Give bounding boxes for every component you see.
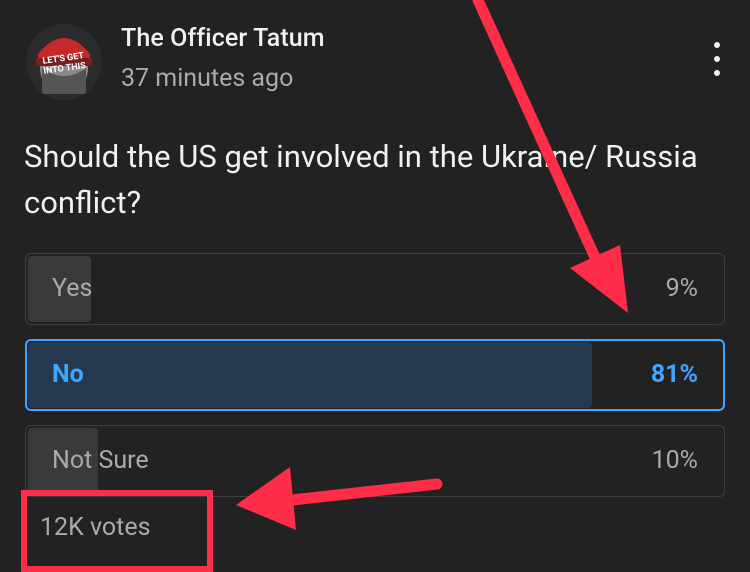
poll-option-label: No	[52, 360, 84, 389]
poll-option-label: Yes	[52, 274, 93, 303]
poll-option-label: Not Sure	[52, 446, 149, 475]
channel-avatar[interactable]: LET'S GET INTO THIS	[26, 24, 102, 100]
poll-option-not-sure[interactable]: Not Sure 10%	[25, 425, 725, 497]
more-vert-icon[interactable]	[704, 42, 730, 80]
post-timestamp: 37 minutes ago	[121, 64, 294, 93]
poll-option-percent: 10%	[651, 446, 698, 475]
poll-question: Should the US get involved in the Ukrain…	[24, 138, 698, 221]
poll-option-percent: 81%	[650, 360, 698, 389]
poll-option-no[interactable]: No 81%	[25, 339, 725, 411]
annotation-highlight-box	[21, 490, 213, 572]
author-name[interactable]: The Officer Tatum	[121, 24, 325, 53]
poll-option-yes[interactable]: Yes 9%	[25, 253, 725, 325]
poll-option-fill	[28, 342, 592, 408]
poll-option-percent: 9%	[665, 274, 698, 303]
